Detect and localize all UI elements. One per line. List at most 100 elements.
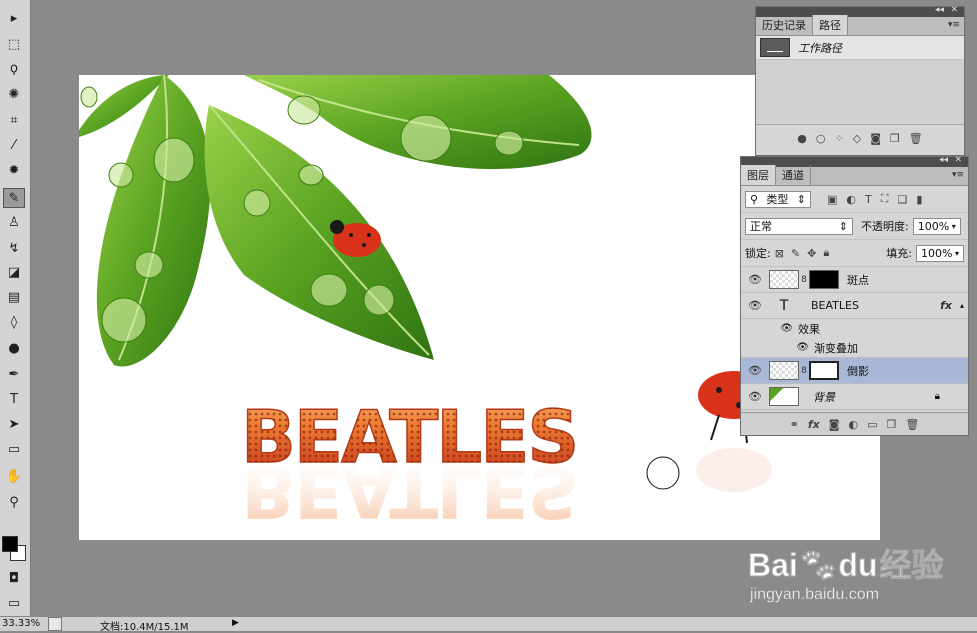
add-mask-icon[interactable]: ◙ xyxy=(829,418,840,431)
quick-mask-icon[interactable]: ◘ xyxy=(3,568,25,588)
tab-history[interactable]: 历史记录 xyxy=(756,15,813,35)
lock-position-icon[interactable]: ✥ xyxy=(807,247,816,260)
shape-filter-icon[interactable]: ⛶ xyxy=(881,192,889,206)
stepper-icon: ⇕ xyxy=(796,192,806,206)
fx-badge[interactable]: fx xyxy=(940,299,952,312)
layers-footer: ⚭ fx ◙ ◐ ▭ ❐ 🗑 xyxy=(741,412,968,435)
layer-effect-gradient-overlay[interactable]: 👁︎ 渐变叠加 xyxy=(741,338,968,358)
blur-tool-icon[interactable]: ◊ xyxy=(3,312,25,332)
work-path-row[interactable]: 工作路径 xyxy=(756,36,964,60)
lock-row: 锁定: ⊠ ✎ ✥ 🔒︎ 填充: 100% ▾ xyxy=(741,240,968,267)
pen-tool-icon[interactable]: ✒ xyxy=(3,364,25,384)
layer-row-background[interactable]: 👁︎ 背景 🔒︎ xyxy=(741,384,968,410)
layer-name: 倒影 xyxy=(847,364,869,378)
close-icon[interactable]: ✕ xyxy=(954,155,962,165)
layer-name: BEATLES xyxy=(811,299,859,312)
opacity-label: 不透明度: xyxy=(861,220,909,233)
layer-row-beatles-text[interactable]: 👁︎ T BEATLES fx ▴ xyxy=(741,293,968,319)
dodge-tool-icon[interactable]: ● xyxy=(3,338,25,358)
paths-panel: ◂◂ ✕ 历史记录 路径 ▾≡ 工作路径 ● ○ ⁘ ◇ ◙ ❐ 🗑 xyxy=(755,5,965,156)
opacity-field[interactable]: 100% ▾ xyxy=(912,217,961,235)
filter-toggle-icon[interactable]: ▮ xyxy=(916,193,922,206)
crop-tool-icon[interactable]: ⌗ xyxy=(3,110,25,130)
status-icon[interactable] xyxy=(48,617,62,631)
expand-effects-icon[interactable]: ▴ xyxy=(960,301,964,310)
zoom-level[interactable]: 33.33% xyxy=(2,618,40,629)
adjustment-layer-icon[interactable]: ◐ xyxy=(848,418,858,431)
tab-layers[interactable]: 图层 xyxy=(741,165,776,185)
blend-row: 正常 ⇕ 不透明度: 100% ▾ xyxy=(741,213,968,240)
eraser-tool-icon[interactable]: ◪ xyxy=(3,262,25,282)
stepper-icon: ⇕ xyxy=(838,219,848,233)
gradient-tool-icon[interactable]: ▤ xyxy=(3,287,25,307)
blend-mode-value: 正常 xyxy=(750,220,772,233)
new-path-icon[interactable]: ❐ xyxy=(890,132,900,145)
chevron-down-icon: ▾ xyxy=(951,221,956,231)
visibility-eye-icon[interactable]: 👁︎ xyxy=(741,299,769,312)
layer-filter-select[interactable]: ⚲ 类型 ⇕ xyxy=(745,190,811,208)
screen-mode-icon[interactable]: ▭ xyxy=(3,593,25,613)
panel-menu-icon[interactable]: ▾≡ xyxy=(952,170,964,180)
delete-path-icon[interactable]: 🗑 xyxy=(909,132,923,145)
marquee-tool-icon[interactable]: ⬚ xyxy=(3,34,25,54)
move-tool-icon[interactable]: ▸ xyxy=(3,8,25,28)
add-mask-icon[interactable]: ◙ xyxy=(870,132,881,145)
lock-all-icon[interactable]: 🔒︎ xyxy=(823,246,829,260)
collapse-icon[interactable]: ◂◂ xyxy=(939,155,948,165)
hand-tool-icon[interactable]: ✋ xyxy=(3,466,25,486)
doc-size: 文档:10.4M/15.1M xyxy=(100,622,189,633)
type-layer-icon: T xyxy=(779,297,789,314)
fill-path-icon[interactable]: ● xyxy=(797,132,807,145)
layer-filter-value: 类型 xyxy=(766,193,789,206)
delete-layer-icon[interactable]: 🗑 xyxy=(905,418,919,431)
link-layers-icon[interactable]: ⚭ xyxy=(790,418,799,431)
tab-paths[interactable]: 路径 xyxy=(813,15,848,35)
mask-thumbnail[interactable] xyxy=(809,270,839,289)
path-select-tool-icon[interactable]: ➤ xyxy=(3,414,25,434)
layer-row-reflection[interactable]: 👁︎ 8 倒影 xyxy=(741,358,968,384)
new-layer-icon[interactable]: ❐ xyxy=(886,418,896,431)
visibility-eye-icon[interactable]: 👁︎ xyxy=(741,342,809,353)
foreground-color-swatch[interactable] xyxy=(2,536,18,552)
status-menu-arrow-icon[interactable]: ▶ xyxy=(232,618,239,628)
opacity-value: 100% xyxy=(917,219,950,233)
zoom-tool-icon[interactable]: ⚲ xyxy=(3,492,25,512)
close-icon[interactable]: ✕ xyxy=(950,5,958,15)
visibility-eye-icon[interactable]: 👁︎ xyxy=(741,364,769,377)
mask-link-icon[interactable]: 8 xyxy=(799,366,809,376)
watermark-url: jingyan.baidu.com xyxy=(750,586,879,604)
fill-field[interactable]: 100% ▾ xyxy=(916,244,964,262)
add-style-icon[interactable]: fx xyxy=(808,418,820,431)
layer-effects-row[interactable]: 👁︎ 效果 xyxy=(741,319,968,338)
adjustment-filter-icon[interactable]: ◐ xyxy=(846,193,856,206)
visibility-eye-icon[interactable]: 👁︎ xyxy=(741,323,793,334)
shape-tool-icon[interactable]: ▭ xyxy=(3,439,25,459)
brush-tool-icon[interactable]: ✎ xyxy=(3,188,25,208)
collapse-icon[interactable]: ◂◂ xyxy=(935,5,944,15)
smart-object-filter-icon[interactable]: ❏ xyxy=(897,193,907,206)
blend-mode-select[interactable]: 正常 ⇕ xyxy=(745,217,853,235)
make-path-icon[interactable]: ◇ xyxy=(853,132,861,145)
mask-link-icon[interactable]: 8 xyxy=(799,275,809,285)
lock-transparency-icon[interactable]: ⊠ xyxy=(775,247,784,260)
stroke-path-icon[interactable]: ○ xyxy=(816,132,826,145)
quick-select-tool-icon[interactable]: ✺ xyxy=(3,84,25,104)
history-brush-tool-icon[interactable]: ↯ xyxy=(3,238,25,258)
tab-channels[interactable]: 通道 xyxy=(776,165,811,185)
clone-stamp-tool-icon[interactable]: ♙ xyxy=(3,212,25,232)
healing-brush-tool-icon[interactable]: ✹ xyxy=(3,160,25,180)
chevron-down-icon: ▾ xyxy=(954,248,959,258)
load-selection-icon[interactable]: ⁘ xyxy=(835,132,844,145)
new-group-icon[interactable]: ▭ xyxy=(867,418,877,431)
visibility-eye-icon[interactable]: 👁︎ xyxy=(741,390,769,403)
pixel-filter-icon[interactable]: ▣ xyxy=(827,193,837,206)
type-tool-icon[interactable]: T xyxy=(3,389,25,409)
lock-pixels-icon[interactable]: ✎ xyxy=(791,247,800,260)
panel-menu-icon[interactable]: ▾≡ xyxy=(948,20,960,30)
visibility-eye-icon[interactable]: 👁︎ xyxy=(741,273,769,286)
mask-thumbnail[interactable] xyxy=(809,361,839,380)
type-filter-icon[interactable]: T xyxy=(865,193,872,206)
eyedropper-tool-icon[interactable]: ⁄ xyxy=(3,135,25,155)
layer-row-spots[interactable]: 👁︎ 8 斑点 xyxy=(741,267,968,293)
lasso-tool-icon[interactable]: ϙ xyxy=(3,58,25,78)
